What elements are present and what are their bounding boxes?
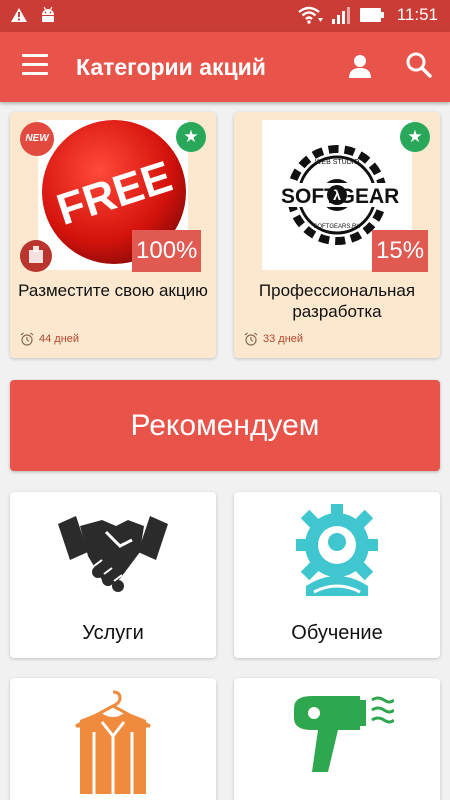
user-icon[interactable] <box>346 52 374 80</box>
star-icon[interactable]: ★ <box>176 122 206 152</box>
logo-text-top: WEB STUDIO <box>315 159 360 166</box>
days-left: 33 дней <box>263 333 304 345</box>
category-beauty[interactable] <box>234 678 440 800</box>
category-services[interactable]: Услуги <box>10 492 216 658</box>
alarm-clock-icon <box>244 332 258 346</box>
new-badge: NEW <box>20 122 54 156</box>
menu-icon[interactable] <box>22 54 48 80</box>
warning-icon <box>11 8 27 22</box>
status-time: 11:51 <box>396 5 438 24</box>
gear-person-icon <box>296 504 378 596</box>
category-label: Услуги <box>82 622 144 644</box>
discount-badge: 100% <box>132 230 202 272</box>
battery-icon <box>359 8 384 22</box>
logo-text-right: GEAR <box>339 185 400 208</box>
clothes-hanger-icon <box>75 690 151 794</box>
svg-text:λ: λ <box>333 187 341 203</box>
promo-title: Профессиональная разработка <box>258 281 416 321</box>
hair-dryer-icon <box>294 696 394 772</box>
signal-icon <box>331 7 350 24</box>
category-clothes[interactable] <box>10 678 216 800</box>
promo-days: 33 дней <box>244 332 303 346</box>
alarm-clock-icon <box>20 332 34 346</box>
discount-badge: 15% <box>372 230 429 272</box>
wifi-icon <box>297 6 323 24</box>
category-education[interactable]: Обучение <box>234 492 440 658</box>
app-bar: Категории акций <box>0 32 450 102</box>
days-left: 44 дней <box>39 333 80 345</box>
promo-card-free[interactable]: FREE NEW ★ 100% Разместите свою акцию 44… <box>10 112 216 358</box>
promo-days: 44 дней <box>20 332 79 346</box>
brand-badge <box>20 240 52 272</box>
status-bar: 11:51 <box>0 0 450 32</box>
promo-title: Разместите свою акцию <box>18 281 208 300</box>
recommend-button[interactable]: Рекомендуем <box>10 380 440 471</box>
category-label: Обучение <box>291 622 383 644</box>
android-icon <box>42 6 54 22</box>
logo-text-bottom: SOFTGEARS.RU <box>313 224 360 230</box>
search-icon[interactable] <box>404 50 434 80</box>
star-icon[interactable]: ★ <box>400 122 430 152</box>
page-title: Категории акций <box>76 54 266 80</box>
promo-card-softgear[interactable]: λ SOFT GEAR λ WEB STUDIO SOFTGEARS.RU ★ … <box>234 112 440 358</box>
handshake-icon <box>58 516 168 592</box>
